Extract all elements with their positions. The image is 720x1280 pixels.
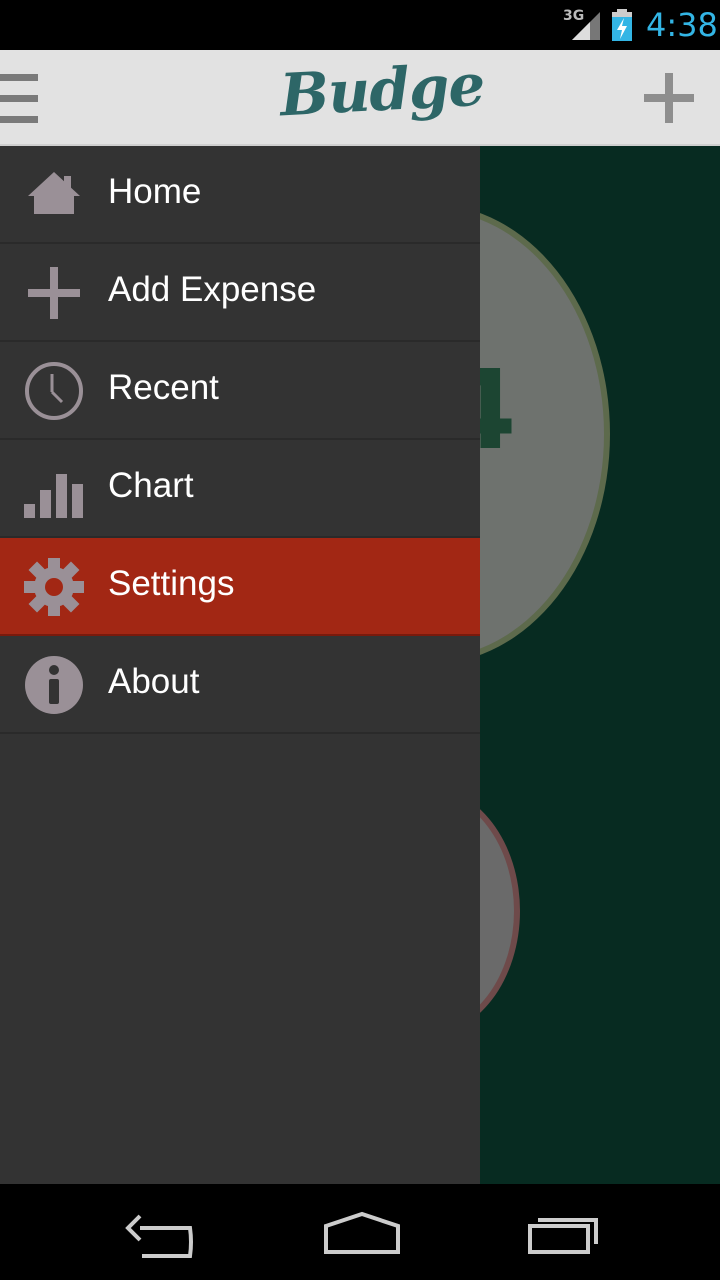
drawer-item-chart[interactable]: Chart — [0, 440, 480, 538]
back-icon[interactable] — [120, 1208, 200, 1258]
app-logo: Budge — [278, 50, 486, 130]
home-icon — [28, 172, 80, 214]
system-nav-bar — [0, 1184, 720, 1280]
drawer-item-label: Chart — [108, 466, 194, 505]
status-bar: 3G 4:38 — [0, 0, 720, 50]
action-bar: Budge — [0, 50, 720, 146]
plus-icon — [28, 267, 80, 319]
drawer-item-label: About — [108, 662, 200, 701]
recents-icon[interactable] — [524, 1208, 604, 1258]
drawer-item-label: Home — [108, 172, 202, 211]
drawer-item-settings[interactable]: Settings — [0, 538, 480, 636]
drawer-item-home[interactable]: Home — [0, 146, 480, 244]
signal-icon — [572, 12, 600, 40]
battery-charging-icon — [612, 9, 632, 41]
drawer-item-label: Add Expense — [108, 270, 317, 309]
info-icon — [25, 656, 83, 714]
plus-icon[interactable] — [640, 70, 698, 128]
drawer-item-label: Settings — [108, 564, 235, 603]
bar-chart-icon — [24, 474, 83, 518]
gear-icon — [24, 558, 84, 616]
drawer-item-about[interactable]: About — [0, 636, 480, 734]
hamburger-icon[interactable] — [0, 70, 44, 128]
drawer-item-recent[interactable]: Recent — [0, 342, 480, 440]
navigation-drawer: Home Add Expense Recent Chart Settings A… — [0, 146, 480, 1184]
home-nav-icon[interactable] — [322, 1208, 402, 1258]
drawer-item-label: Recent — [108, 368, 219, 407]
clock-icon — [25, 362, 83, 420]
clock: 4:38 — [646, 6, 718, 44]
drawer-item-add-expense[interactable]: Add Expense — [0, 244, 480, 342]
